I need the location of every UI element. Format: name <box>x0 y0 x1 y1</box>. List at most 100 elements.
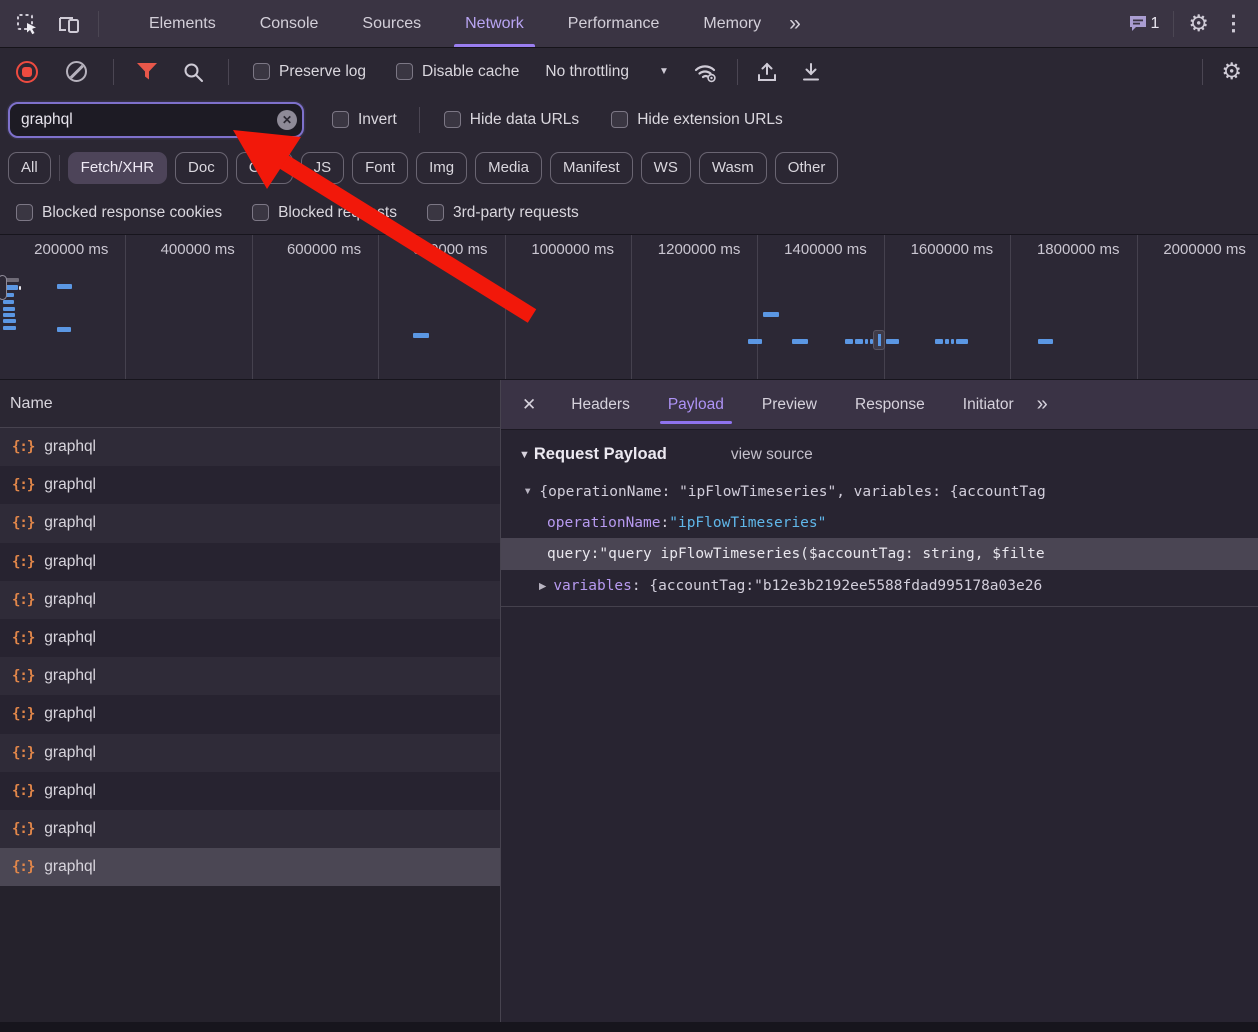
timeline-request-bar <box>935 339 943 344</box>
payload-root-preview: {operationName: "ipFlowTimeseries", vari… <box>539 484 1045 500</box>
preserve-log-checkbox[interactable] <box>253 63 270 80</box>
timeline-left-handle[interactable] <box>0 275 7 300</box>
fetch-braces-icon: {:} <box>12 783 34 799</box>
tab-memory[interactable]: Memory <box>690 0 774 47</box>
detail-tab-headers[interactable]: Headers <box>559 380 642 429</box>
record-network-log-button[interactable] <box>16 61 38 83</box>
chip-fetch-xhr[interactable]: Fetch/XHR <box>68 152 167 184</box>
tab-sources[interactable]: Sources <box>349 0 434 47</box>
network-settings-gear-icon[interactable]: ⚙ <box>1221 60 1242 83</box>
blocked-requests-checkbox[interactable] <box>252 204 269 221</box>
throttling-select[interactable]: No throttling ▼ <box>545 63 668 81</box>
chip-media[interactable]: Media <box>475 152 542 184</box>
table-row[interactable]: {:}graphql <box>0 695 500 733</box>
timeline-request-bar <box>57 327 71 332</box>
search-icon[interactable] <box>182 61 204 83</box>
chip-css[interactable]: CSS <box>236 152 293 184</box>
blocked-response-cookies-checkbox[interactable] <box>16 204 33 221</box>
chip-doc[interactable]: Doc <box>175 152 228 184</box>
checkbox-label: Blocked requests <box>278 204 397 222</box>
detail-tabs: Headers Payload Preview Response Initiator <box>552 380 1032 429</box>
hide-extension-urls-checkbox[interactable] <box>611 111 628 128</box>
invert-checkbox[interactable] <box>332 111 349 128</box>
table-row[interactable]: {:}graphql <box>0 772 500 810</box>
filter-input[interactable] <box>8 102 304 138</box>
settings-gear-icon[interactable]: ⚙ <box>1188 12 1209 35</box>
disable-cache-checkbox[interactable] <box>396 63 413 80</box>
filter-row: ✕ Invert Hide data URLs Hide extension U… <box>0 95 1258 144</box>
device-toolbar-icon[interactable] <box>54 9 84 39</box>
timeline-request-bar <box>886 339 899 344</box>
table-row[interactable]: {:}graphql <box>0 504 500 542</box>
timeline-request-bar <box>3 326 16 330</box>
payload-query-row-selected[interactable]: query: "query ipFlowTimeseries($accountT… <box>501 538 1258 570</box>
payload-operationname-row[interactable]: operationName: "ipFlowTimeseries" <box>501 507 1258 538</box>
tab-elements[interactable]: Elements <box>136 0 229 47</box>
chip-ws[interactable]: WS <box>641 152 691 184</box>
payload-variables-row[interactable]: ▶ variables: {accountTag: "b12e3b2192ee5… <box>501 570 1258 602</box>
property-value: "b12e3b2192ee5588fdad995178a03e26 <box>754 578 1042 594</box>
detail-tab-preview[interactable]: Preview <box>750 380 829 429</box>
table-row[interactable]: {:}graphql <box>0 734 500 772</box>
filter-funnel-icon[interactable] <box>136 62 158 81</box>
timeline-tick-label: 2000000 ms <box>1138 235 1258 379</box>
fetch-braces-icon: {:} <box>12 554 34 570</box>
timeline-request-bar <box>3 307 15 311</box>
request-payload-section-header[interactable]: ▼ Request Payload view source <box>501 445 1258 464</box>
tab-network[interactable]: Network <box>452 0 537 47</box>
import-har-icon[interactable] <box>756 61 778 83</box>
more-tabs-icon[interactable]: » <box>789 12 799 36</box>
chip-js[interactable]: JS <box>301 152 345 184</box>
close-detail-icon[interactable]: ✕ <box>522 395 536 415</box>
clear-network-log-icon[interactable] <box>66 61 87 82</box>
toolbar-divider <box>98 11 99 37</box>
3rd-party-requests-checkbox[interactable] <box>427 204 444 221</box>
network-toolbar: Preserve log Disable cache No throttling… <box>0 48 1258 95</box>
request-type-chips: All Fetch/XHRDocCSSJSFontImgMediaManifest… <box>0 144 1258 191</box>
table-row[interactable]: {:}graphql <box>0 619 500 657</box>
table-row[interactable]: {:}graphql <box>0 810 500 848</box>
detail-tab-payload[interactable]: Payload <box>656 380 736 429</box>
clear-filter-icon[interactable]: ✕ <box>277 110 297 130</box>
table-row[interactable]: {:}graphql <box>0 581 500 619</box>
issues-icon[interactable]: 1 <box>1128 14 1159 34</box>
hide-data-urls-checkbox[interactable] <box>444 111 461 128</box>
extra-filters-row: Blocked response cookies Blocked requests… <box>0 191 1258 235</box>
payload-root-row[interactable]: ▼ {operationName: "ipFlowTimeseries", va… <box>501 476 1258 507</box>
chip-font[interactable]: Font <box>352 152 408 184</box>
table-row[interactable]: {:}graphql <box>0 657 500 695</box>
detail-more-tabs-icon[interactable]: » <box>1037 393 1046 416</box>
chip-other[interactable]: Other <box>775 152 839 184</box>
fetch-braces-icon: {:} <box>12 630 34 646</box>
timeline-request-bar <box>763 312 779 317</box>
kebab-menu-icon[interactable]: ⋮ <box>1223 13 1244 34</box>
preserve-log-label: Preserve log <box>279 63 366 81</box>
checkbox-label: Blocked response cookies <box>42 204 222 222</box>
inspect-element-icon[interactable] <box>12 9 42 39</box>
table-row[interactable]: {:}graphql <box>0 848 500 886</box>
chip-manifest[interactable]: Manifest <box>550 152 633 184</box>
property-key: query <box>547 546 591 562</box>
fetch-braces-icon: {:} <box>12 745 34 761</box>
chip-all[interactable]: All <box>8 152 51 184</box>
chip-img[interactable]: Img <box>416 152 467 184</box>
tab-performance[interactable]: Performance <box>555 0 673 47</box>
checkbox-label: 3rd-party requests <box>453 204 579 222</box>
fetch-braces-icon: {:} <box>12 477 34 493</box>
table-row[interactable]: {:}graphql <box>0 428 500 466</box>
view-source-link[interactable]: view source <box>731 446 813 464</box>
table-row[interactable]: {:}graphql <box>0 543 500 581</box>
network-overview-timeline[interactable]: 200000 ms400000 ms600000 ms800000 ms1000… <box>0 235 1258 380</box>
detail-tab-initiator[interactable]: Initiator <box>951 380 1026 429</box>
table-row[interactable]: {:}graphql <box>0 466 500 504</box>
name-column-header[interactable]: Name <box>0 380 500 428</box>
tab-console[interactable]: Console <box>247 0 332 47</box>
detail-tab-response[interactable]: Response <box>843 380 937 429</box>
collapsed-triangle-icon: ▶ <box>539 581 546 592</box>
invert-label: Invert <box>358 111 397 129</box>
network-conditions-icon[interactable] <box>693 61 719 83</box>
chip-wasm[interactable]: Wasm <box>699 152 767 184</box>
export-har-icon[interactable] <box>800 61 822 83</box>
request-name: graphql <box>44 820 96 838</box>
property-separator: : <box>591 546 600 562</box>
